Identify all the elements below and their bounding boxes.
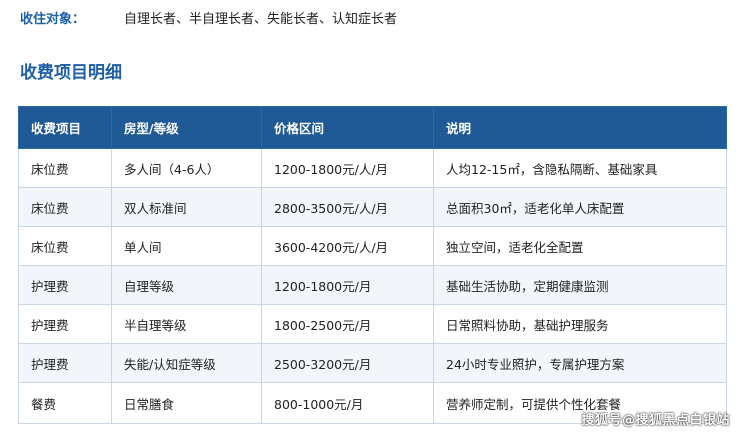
cell-room-level: 自理等级: [111, 265, 262, 305]
cell-room-level: 双人标准间: [111, 187, 262, 227]
section-title: 收费项目明细: [20, 63, 122, 83]
cell-fee-item: 护理费: [18, 343, 112, 383]
cell-price-range: 2800-3500元/人/月: [261, 187, 434, 227]
cell-room-level: 半自理等级: [111, 304, 262, 344]
cell-fee-item: 护理费: [18, 265, 112, 305]
header-description: 说明: [433, 106, 727, 149]
cell-description: 人均12-15㎡，含隐私隔断、基础家具: [433, 148, 727, 188]
cell-price-range: 1200-1800元/人/月: [261, 148, 434, 188]
cell-description: 基础生活协助，定期健康监测: [433, 265, 727, 305]
cell-fee-item: 餐费: [18, 382, 112, 424]
cell-price-range: 3600-4200元/人/月: [261, 226, 434, 266]
cell-room-level: 单人间: [111, 226, 262, 266]
cell-description: 日常照料协助，基础护理服务: [433, 304, 727, 344]
intro-label: 收住对象：: [20, 11, 86, 27]
watermark: 搜狐号@搜狐黑点白银站: [581, 413, 730, 428]
cell-description: 24小时专业照护，专属护理方案: [433, 343, 727, 383]
header-room-level: 房型/等级: [111, 106, 262, 149]
intro-row: 收住对象： 自理长者、半自理长者、失能长者、认知症长者: [20, 7, 397, 27]
intro-value: 自理长者、半自理长者、失能长者、认知症长者: [124, 11, 398, 27]
cell-room-level: 日常膳食: [111, 382, 262, 424]
cell-description: 总面积30㎡，适老化单人床配置: [433, 187, 727, 227]
cell-fee-item: 床位费: [18, 187, 112, 227]
cell-price-range: 1200-1800元/月: [261, 265, 434, 305]
header-price-range: 价格区间: [261, 106, 434, 149]
table-row: 床位费 双人标准间 2800-3500元/人/月 总面积30㎡，适老化单人床配置: [18, 187, 727, 227]
cell-fee-item: 床位费: [18, 226, 112, 266]
cell-price-range: 1800-2500元/月: [261, 304, 434, 344]
fee-table: 收费项目 房型/等级 价格区间 说明 床位费 多人间（4-6人） 1200-18…: [18, 106, 727, 424]
cell-fee-item: 床位费: [18, 148, 112, 188]
cell-description: 独立空间，适老化全配置: [433, 226, 727, 266]
cell-price-range: 800-1000元/月: [261, 382, 434, 424]
cell-price-range: 2500-3200元/月: [261, 343, 434, 383]
table-row: 床位费 单人间 3600-4200元/人/月 独立空间，适老化全配置: [18, 226, 727, 266]
cell-fee-item: 护理费: [18, 304, 112, 344]
cell-room-level: 失能/认知症等级: [111, 343, 262, 383]
table-row: 床位费 多人间（4-6人） 1200-1800元/人/月 人均12-15㎡，含隐…: [18, 148, 727, 188]
cell-room-level: 多人间（4-6人）: [111, 148, 262, 188]
table-row: 护理费 自理等级 1200-1800元/月 基础生活协助，定期健康监测: [18, 265, 727, 305]
header-fee-item: 收费项目: [18, 106, 112, 149]
table-row: 护理费 半自理等级 1800-2500元/月 日常照料协助，基础护理服务: [18, 304, 727, 344]
table-header-row: 收费项目 房型/等级 价格区间 说明: [18, 106, 727, 149]
table-row: 护理费 失能/认知症等级 2500-3200元/月 24小时专业照护，专属护理方…: [18, 343, 727, 383]
